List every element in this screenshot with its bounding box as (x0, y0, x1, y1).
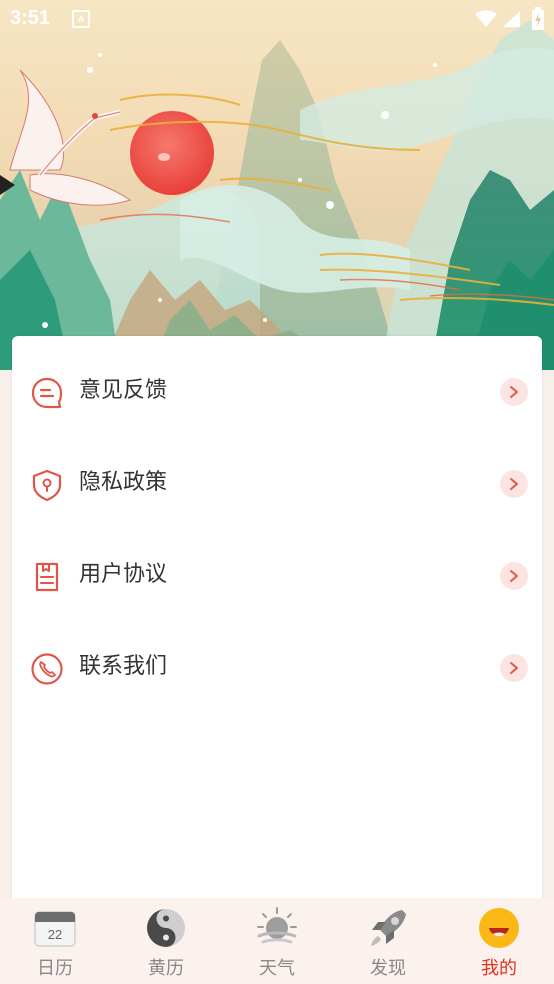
hero-banner (0, 0, 554, 370)
a-notification-icon: A (72, 10, 90, 28)
menu-item-user-agreement[interactable]: 用户协议 (12, 546, 542, 606)
menu-item-contact-us[interactable]: 联系我们 (12, 638, 542, 698)
tab-label: 我的 (481, 958, 517, 979)
battery-icon (532, 7, 544, 30)
smiley-face-icon (479, 908, 519, 948)
menu-item-label: 意见反馈 (79, 378, 168, 403)
settings-card: 意见反馈 隐私政策 用户协议 联系我们 (12, 336, 542, 906)
status-time: 3:51 (10, 7, 51, 29)
yin-yang-icon (147, 909, 185, 947)
calendar-icon: 22 (34, 911, 76, 947)
menu-item-label: 隐私政策 (79, 470, 168, 495)
tab-label: 黄历 (148, 958, 184, 979)
tab-calendar[interactable]: 22 日历 (0, 898, 110, 984)
tab-mine[interactable]: 我的 (444, 898, 554, 984)
tab-discover[interactable]: 发现 (333, 898, 443, 984)
signal-icon (503, 11, 520, 27)
tab-label: 日历 (37, 958, 73, 979)
wifi-icon (475, 10, 497, 27)
feedback-icon (31, 377, 63, 409)
menu-item-label: 用户协议 (79, 562, 168, 587)
weather-icon (257, 907, 297, 944)
agreement-document-icon (35, 562, 59, 592)
chevron-right-icon (500, 470, 528, 498)
tab-label: 天气 (259, 958, 295, 979)
tab-weather[interactable]: 天气 (222, 898, 332, 984)
phone-icon (31, 653, 63, 685)
landscape-illustration (0, 18, 554, 370)
chevron-right-icon (500, 654, 528, 682)
menu-item-feedback[interactable]: 意见反馈 (12, 362, 542, 422)
bottom-tab-bar: 22 日历 黄历 天气 发现 我的 (0, 898, 554, 984)
calendar-day-number: 22 (48, 927, 62, 942)
menu-item-label: 联系我们 (79, 654, 168, 679)
privacy-shield-icon (32, 469, 62, 502)
status-bar: 3:51 A (0, 0, 554, 38)
tab-almanac[interactable]: 黄历 (111, 898, 221, 984)
chevron-right-icon (500, 562, 528, 590)
rocket-icon (371, 910, 406, 946)
menu-item-privacy-policy[interactable]: 隐私政策 (12, 454, 542, 514)
tab-label: 发现 (370, 958, 406, 979)
chevron-right-icon (500, 378, 528, 406)
